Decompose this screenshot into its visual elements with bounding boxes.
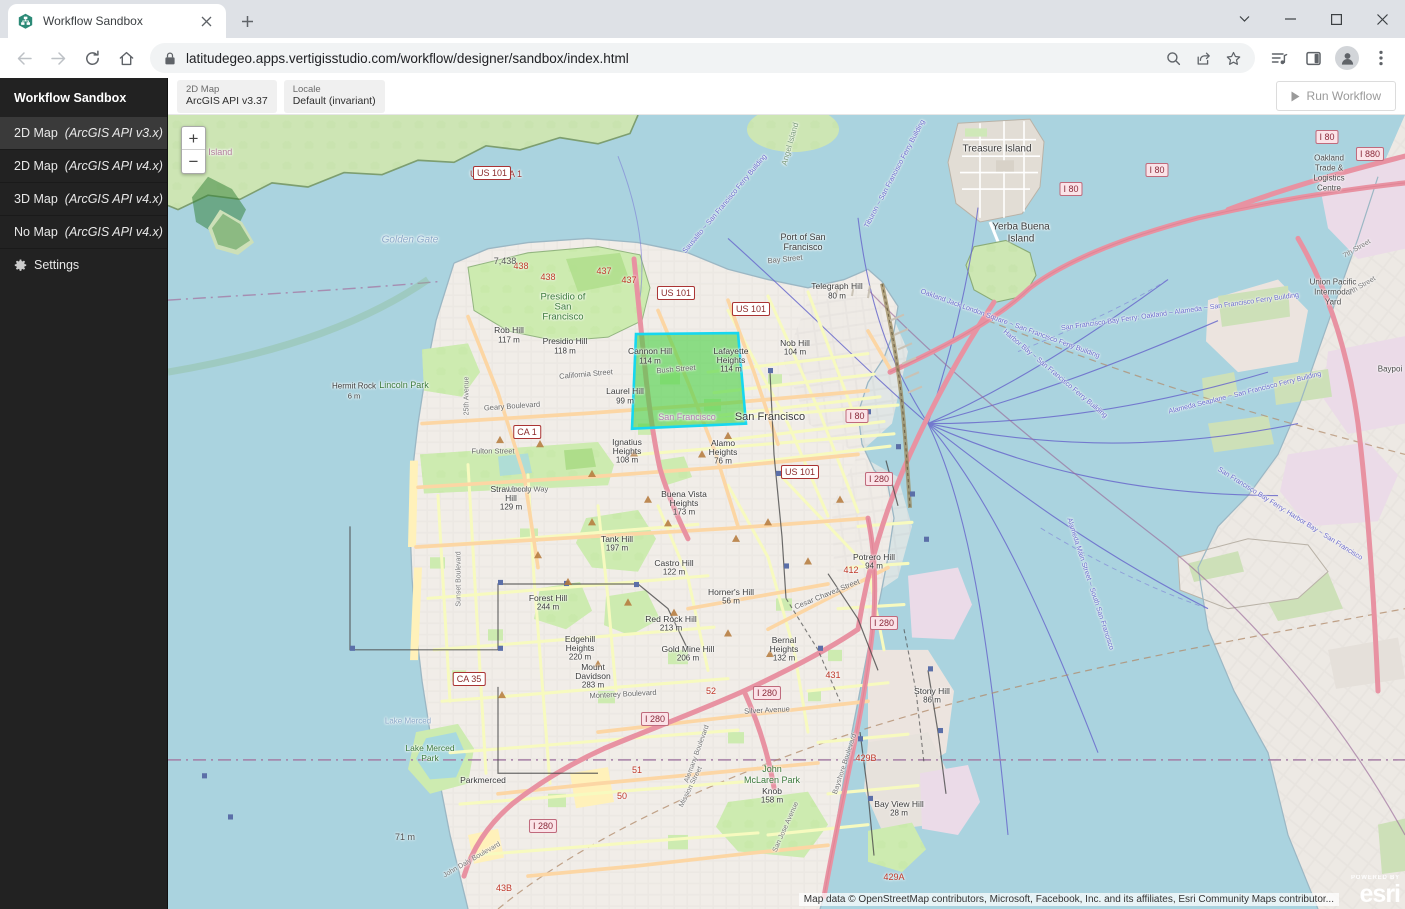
home-icon[interactable] — [110, 42, 142, 74]
tab-title: Workflow Sandbox — [43, 14, 186, 28]
media-playlist-icon[interactable] — [1263, 42, 1295, 74]
profile-avatar[interactable] — [1331, 42, 1363, 74]
lock-icon — [164, 52, 176, 65]
sidebar-item-api-version: (ArcGIS API v4.x) — [65, 192, 163, 206]
locale-chip[interactable]: Locale Default (invariant) — [284, 80, 385, 113]
side-panel-icon[interactable] — [1297, 42, 1329, 74]
tab-search-button[interactable] — [1221, 3, 1267, 35]
run-workflow-label: Run Workflow — [1307, 89, 1381, 103]
zoom-in-button[interactable]: + — [182, 127, 205, 150]
application: Workflow Sandbox 2D Map (ArcGIS API v3.x… — [0, 78, 1405, 909]
chip-label: 2D Map — [186, 84, 268, 96]
sidebar-item-2d-map-v3[interactable]: 2D Map (ArcGIS API v3.x) — [0, 117, 167, 150]
sidebar-title: Workflow Sandbox — [0, 78, 167, 117]
sidebar-item-api-version: (ArcGIS API v4.x) — [65, 225, 163, 239]
star-icon[interactable] — [1219, 44, 1247, 72]
browser-window: Workflow Sandbox — [0, 0, 1405, 909]
sidebar-nav: 2D Map (ArcGIS API v3.x)2D Map (ArcGIS A… — [0, 117, 167, 249]
sidebar-item-settings[interactable]: Settings — [0, 249, 167, 281]
browser-toolbar: latitudegeo.apps.vertigisstudio.com/work… — [0, 38, 1405, 78]
esri-wordmark: esri — [1351, 882, 1400, 907]
sidebar-item-label: 2D Map — [14, 159, 58, 173]
powered-by-label: POWERED BY — [1351, 875, 1400, 881]
avatar — [1335, 46, 1359, 70]
sidebar-item-api-version: (ArcGIS API v3.x) — [65, 126, 163, 140]
back-arrow-icon[interactable] — [8, 42, 40, 74]
browser-tab[interactable]: Workflow Sandbox — [8, 4, 226, 38]
omnibox-actions — [1159, 44, 1247, 72]
search-icon[interactable] — [1159, 44, 1187, 72]
run-workflow-button[interactable]: Run Workflow — [1276, 81, 1396, 111]
sidebar-item-no-map-v4[interactable]: No Map (ArcGIS API v4.x) — [0, 216, 167, 249]
map-zoom-controls: + − — [181, 126, 206, 174]
map-canvas[interactable]: Golden GateUS 101;CA 1rd IslandAngel Isl… — [168, 115, 1405, 909]
map-graphic — [168, 115, 1405, 909]
zoom-out-button[interactable]: − — [182, 150, 205, 173]
map-info-chip[interactable]: 2D Map ArcGIS API v3.37 — [177, 80, 277, 113]
esri-logo: POWERED BY esri — [1351, 875, 1400, 907]
play-icon — [1291, 91, 1300, 102]
green-selection-polygon — [632, 333, 746, 429]
map-attribution[interactable]: Map data © OpenStreetMap contributors, M… — [799, 893, 1339, 906]
chip-value: ArcGIS API v3.37 — [186, 95, 268, 108]
new-tab-button[interactable] — [236, 10, 258, 32]
close-icon[interactable] — [195, 10, 217, 32]
chip-value: Default (invariant) — [293, 95, 376, 108]
url-text[interactable]: latitudegeo.apps.vertigisstudio.com/work… — [186, 51, 1149, 66]
forward-arrow-icon[interactable] — [42, 42, 74, 74]
maximize-button[interactable] — [1313, 3, 1359, 35]
gear-icon — [14, 259, 27, 272]
address-bar[interactable]: latitudegeo.apps.vertigisstudio.com/work… — [150, 43, 1255, 73]
sidebar-item-label: Settings — [34, 258, 79, 272]
workflow-hex-icon — [17, 13, 34, 30]
kebab-menu-icon[interactable] — [1365, 42, 1397, 74]
close-window-button[interactable] — [1359, 3, 1405, 35]
reload-icon[interactable] — [76, 42, 108, 74]
content-area: 2D Map ArcGIS API v3.37 Locale Default (… — [168, 78, 1405, 909]
sidebar-item-3d-map-v4[interactable]: 3D Map (ArcGIS API v4.x) — [0, 183, 167, 216]
sidebar-item-2d-map-v4[interactable]: 2D Map (ArcGIS API v4.x) — [0, 150, 167, 183]
minimize-button[interactable] — [1267, 3, 1313, 35]
sidebar-item-label: 2D Map — [14, 126, 58, 140]
chip-label: Locale — [293, 84, 376, 96]
sidebar-item-label: 3D Map — [14, 192, 58, 206]
app-toolbar: 2D Map ArcGIS API v3.37 Locale Default (… — [168, 78, 1405, 115]
tab-strip: Workflow Sandbox — [0, 0, 1405, 38]
sidebar: Workflow Sandbox 2D Map (ArcGIS API v3.x… — [0, 78, 168, 909]
share-icon[interactable] — [1189, 44, 1217, 72]
sidebar-item-label: No Map — [14, 225, 58, 239]
sidebar-item-api-version: (ArcGIS API v4.x) — [65, 159, 163, 173]
window-controls — [1221, 0, 1405, 38]
